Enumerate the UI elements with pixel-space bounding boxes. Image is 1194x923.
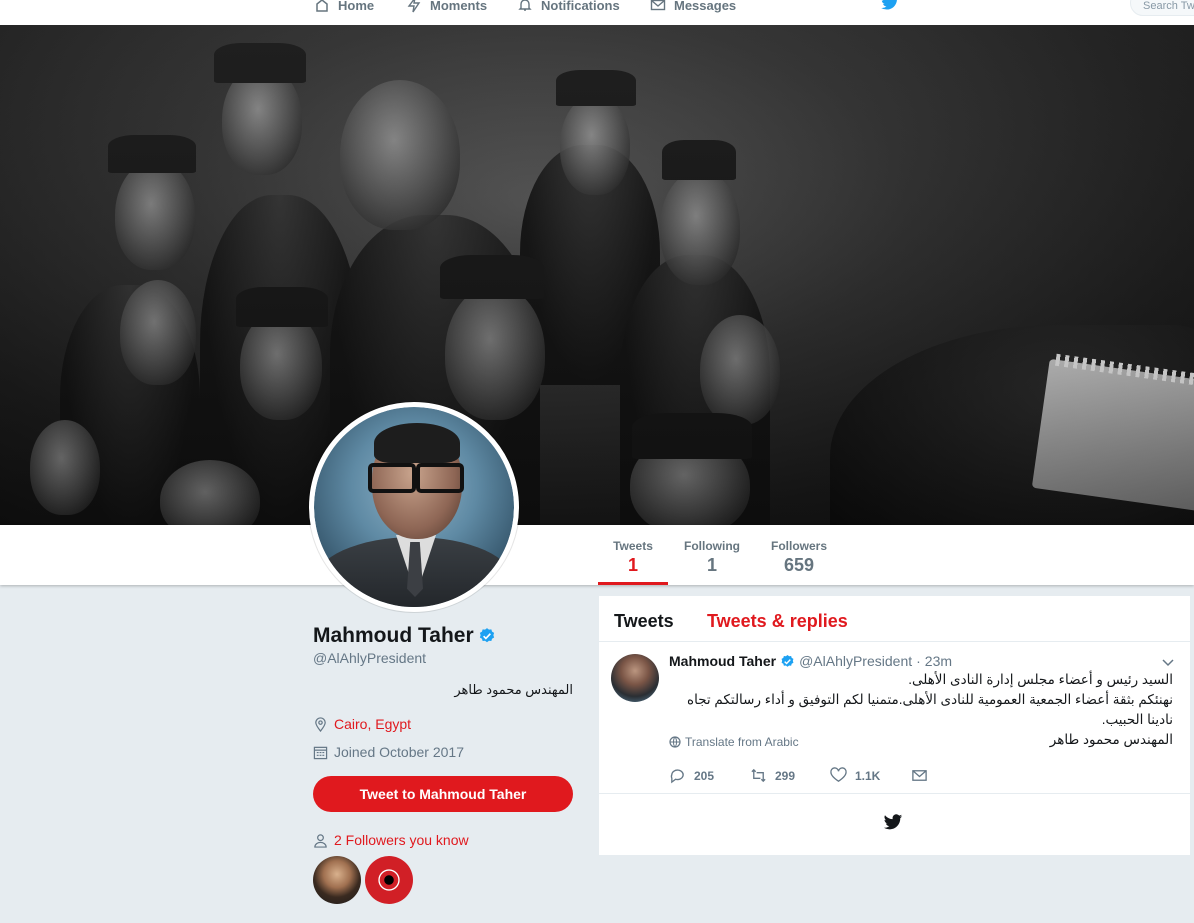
home-icon xyxy=(316,0,328,12)
followers-you-know-text: 2 Followers you know xyxy=(334,832,469,848)
profile-joined: Joined October 2017 xyxy=(313,742,464,762)
nav-notifications[interactable]: Notifications xyxy=(517,0,620,16)
verified-badge-icon xyxy=(479,628,494,643)
twitter-bird-icon[interactable] xyxy=(880,0,900,11)
search-input[interactable]: Search Tw xyxy=(1130,0,1194,16)
tweet-author-handle[interactable]: @AlAhlyPresident xyxy=(799,653,912,669)
lightning-icon xyxy=(407,0,421,13)
tab-tweets-replies[interactable]: Tweets & replies xyxy=(707,611,848,632)
location-pin-icon xyxy=(315,716,326,732)
follower-avatar[interactable] xyxy=(313,856,361,904)
follower-avatar-alahly-logo[interactable] xyxy=(365,856,413,904)
envelope-icon xyxy=(912,770,927,781)
person-icon xyxy=(314,833,327,848)
profile-location-text[interactable]: Cairo, Egypt xyxy=(334,716,411,732)
followers-you-know[interactable]: 2 Followers you know xyxy=(313,830,469,850)
stat-following-value: 1 xyxy=(706,555,717,575)
stat-following-label: Following xyxy=(684,539,740,553)
retweet-count: 299 xyxy=(775,768,796,783)
verified-badge-icon xyxy=(781,654,794,667)
stat-following[interactable]: Following 1 xyxy=(677,525,747,585)
nav-moments[interactable]: Moments xyxy=(406,0,487,16)
tweet-author-name[interactable]: Mahmoud Taher xyxy=(669,653,776,669)
heart-icon xyxy=(830,767,847,782)
stat-tweets-value: 1 xyxy=(627,555,638,575)
profile-handle[interactable]: @AlAhlyPresident xyxy=(313,650,426,666)
direct-message-button[interactable] xyxy=(911,767,928,784)
stat-followers[interactable]: Followers 659 xyxy=(763,525,835,585)
stat-followers-value: 659 xyxy=(783,555,815,575)
profile-avatar[interactable] xyxy=(309,402,519,612)
envelope-icon xyxy=(650,0,666,11)
timeline-tabs: Tweets Tweets & replies xyxy=(599,596,1190,642)
retweet-icon xyxy=(751,768,766,783)
reply-button[interactable]: 205 xyxy=(669,767,714,784)
tab-tweets[interactable]: Tweets xyxy=(614,611,674,632)
nav-messages[interactable]: Messages xyxy=(650,0,736,16)
globe-icon xyxy=(669,736,681,748)
header-banner-image xyxy=(0,25,1194,525)
chevron-down-icon[interactable] xyxy=(1162,656,1174,668)
nav-messages-label: Messages xyxy=(674,0,737,13)
profile-name[interactable]: Mahmoud Taher xyxy=(313,624,496,648)
translate-text: Translate from Arabic xyxy=(685,735,799,749)
stat-followers-label: Followers xyxy=(770,539,827,553)
timeline-card: Tweets Tweets & replies Mahmoud Taher @A… xyxy=(599,596,1190,855)
profile-location: Cairo, Egypt xyxy=(313,714,411,734)
nav-moments-label: Moments xyxy=(430,0,488,13)
retweet-button[interactable]: 299 xyxy=(750,767,795,784)
reply-icon xyxy=(670,769,684,784)
tweet-separator: · xyxy=(916,653,921,669)
stat-tweets-label: Tweets xyxy=(613,539,653,553)
nav-home[interactable]: Home xyxy=(314,0,374,16)
tweet-text-line: السيد رئيس و أعضاء مجلس إدارة النادى الأ… xyxy=(908,672,1173,687)
like-count: 1.1K xyxy=(855,768,881,783)
tweet-to-button[interactable]: Tweet to Mahmoud Taher xyxy=(313,776,573,812)
like-button[interactable]: 1.1K xyxy=(830,767,880,784)
nav-home-label: Home xyxy=(338,0,375,13)
tweet-author-avatar[interactable] xyxy=(611,654,659,702)
tweet-timestamp[interactable]: 23m xyxy=(925,653,952,669)
profile-bio: المهندس محمود طاهر xyxy=(454,682,573,697)
profile-name-text: Mahmoud Taher xyxy=(313,624,474,647)
bell-icon xyxy=(518,0,532,11)
nav-notifications-label: Notifications xyxy=(541,0,620,13)
profile-navigation-bar: Tweets 1 Following 1 Followers 659 xyxy=(0,525,1194,585)
tweet-item[interactable]: Mahmoud Taher @AlAhlyPresident · 23m الس… xyxy=(599,642,1190,794)
calendar-icon xyxy=(313,746,328,759)
tweet-header: Mahmoud Taher @AlAhlyPresident · 23m xyxy=(669,653,952,669)
stat-tweets[interactable]: Tweets 1 xyxy=(598,525,668,585)
twitter-bird-icon xyxy=(883,814,903,830)
tweet-text-line: نهنئكم بثقة أعضاء الجمعية العمومية للناد… xyxy=(687,692,1173,727)
profile-joined-text: Joined October 2017 xyxy=(334,744,464,760)
reply-count: 205 xyxy=(694,768,715,783)
translate-link[interactable]: Translate from Arabic xyxy=(669,735,799,749)
top-navigation-bar: Home Moments Notifications Messages Sear… xyxy=(0,0,1194,25)
